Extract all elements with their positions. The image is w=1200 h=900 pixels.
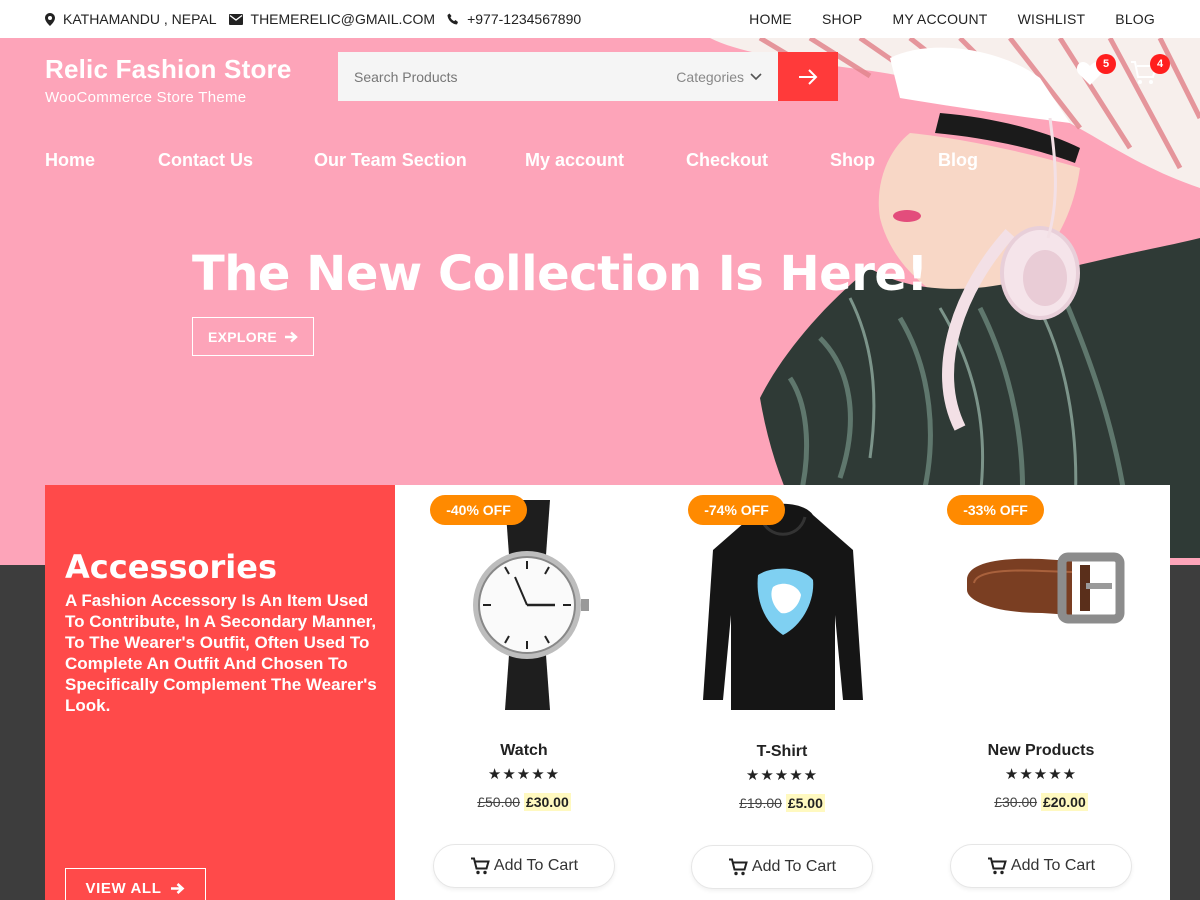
- product-card[interactable]: -40% OFF Watch ★★★★★ £50.00 £30.00 Add T…: [395, 485, 653, 900]
- cart-icon: [728, 858, 748, 876]
- main-nav-home[interactable]: Home: [45, 150, 158, 171]
- product-name[interactable]: New Products: [912, 742, 1170, 760]
- main-nav-our-team-section[interactable]: Our Team Section: [314, 150, 525, 171]
- main-nav-contact-us[interactable]: Contact Us: [158, 150, 314, 171]
- top-nav-wishlist[interactable]: WISHLIST: [1018, 11, 1086, 27]
- wishlist-count-badge: 5: [1096, 54, 1116, 74]
- add-to-cart-label: Add To Cart: [751, 858, 837, 875]
- main-nav-shop[interactable]: Shop: [830, 150, 938, 171]
- sale-price: £5.00: [785, 794, 825, 812]
- hero-title: The New Collection Is Here!: [192, 246, 928, 302]
- main-nav-blog[interactable]: Blog: [938, 150, 978, 171]
- sale-price: £30.00: [523, 793, 571, 811]
- product-price: £30.00 £20.00: [912, 793, 1170, 811]
- view-all-label: VIEW ALL: [85, 879, 162, 897]
- search-submit-button[interactable]: [778, 52, 838, 101]
- main-nav-my-account[interactable]: My account: [525, 150, 686, 171]
- add-to-cart-label: Add To Cart: [493, 857, 579, 874]
- cart-count-badge: 4: [1150, 54, 1170, 74]
- product-rating: ★★★★★: [487, 766, 561, 783]
- accessories-description: A Fashion Accessory Is An Item Used To C…: [65, 591, 377, 715]
- map-pin-icon: [45, 12, 55, 26]
- location-item: KATHAMANDU , NEPAL: [45, 11, 217, 27]
- product-grid: -40% OFF Watch ★★★★★ £50.00 £30.00 Add T…: [395, 485, 1170, 900]
- old-price: £50.00: [477, 794, 521, 810]
- top-nav-my-account[interactable]: MY ACCOUNT: [892, 11, 987, 27]
- product-name[interactable]: T-Shirt: [653, 743, 911, 761]
- product-price: £50.00 £30.00: [395, 793, 653, 811]
- phone-item[interactable]: +977-1234567890: [447, 11, 581, 27]
- add-to-cart-label: Add To Cart: [1010, 857, 1096, 874]
- categories-label: Categories: [676, 68, 744, 85]
- explore-button-label: EXPLORE: [207, 328, 277, 345]
- cart-button[interactable]: 4: [1130, 54, 1170, 94]
- envelope-icon: [228, 13, 243, 25]
- sale-price: £20.00: [1040, 793, 1088, 811]
- phone-text[interactable]: +977-1234567890: [467, 11, 581, 27]
- discount-badge: -33% OFF: [947, 495, 1044, 525]
- product-name[interactable]: Watch: [395, 742, 653, 760]
- add-to-cart-button[interactable]: Add To Cart: [433, 844, 615, 888]
- discount-badge: -40% OFF: [430, 495, 527, 525]
- old-price: £30.00: [994, 794, 1038, 810]
- categories-dropdown[interactable]: Categories: [676, 69, 762, 85]
- product-search: Categories: [338, 52, 838, 101]
- accessories-panel: Accessories A Fashion Accessory Is An It…: [45, 485, 395, 900]
- cart-icon: [470, 857, 490, 875]
- view-all-button[interactable]: VIEW ALL: [65, 868, 206, 900]
- product-card[interactable]: -33% OFF New Products ★★★★★ £30.00 £20.0…: [912, 485, 1170, 900]
- location-text: KATHAMANDU , NEPAL: [63, 11, 217, 27]
- hoodie-product-image: [703, 503, 863, 710]
- add-to-cart-button[interactable]: Add To Cart: [691, 845, 873, 889]
- old-price: £19.00: [739, 795, 782, 811]
- watch-product-image: [473, 500, 589, 710]
- site-tagline: WooCommerce Store Theme: [45, 89, 247, 106]
- product-price: £19.00 £5.00: [653, 794, 911, 812]
- site-title[interactable]: Relic Fashion Store: [45, 54, 292, 85]
- product-card[interactable]: -74% OFF T-Shirt ★★★★★ £19.00 £5.00 Add …: [653, 485, 911, 900]
- chevron-down-icon: [750, 72, 762, 80]
- top-nav-home[interactable]: HOME: [749, 11, 792, 27]
- top-nav-blog[interactable]: BLOG: [1115, 11, 1155, 27]
- phone-icon: [447, 13, 459, 25]
- product-rating: ★★★★★: [745, 767, 819, 784]
- search-field-wrapper: Categories: [338, 52, 778, 101]
- accessories-title: Accessories: [65, 548, 277, 586]
- contact-info: KATHAMANDU , NEPAL THEMERELIC@GMAIL.COM …: [45, 11, 583, 27]
- product-rating: ★★★★★: [1004, 766, 1078, 783]
- belt-product-image: [967, 552, 1125, 624]
- main-nav-checkout[interactable]: Checkout: [686, 150, 830, 171]
- site-branding: Relic Fashion Store WooCommerce Store Th…: [45, 54, 292, 106]
- arrow-right-icon: [171, 882, 185, 894]
- add-to-cart-button[interactable]: Add To Cart: [950, 844, 1132, 888]
- email-text[interactable]: THEMERELIC@GMAIL.COM: [251, 11, 436, 27]
- arrow-right-icon: [799, 68, 818, 85]
- email-item[interactable]: THEMERELIC@GMAIL.COM: [228, 11, 436, 27]
- main-navigation: Home Contact Us Our Team Section My acco…: [45, 150, 978, 171]
- discount-badge: -74% OFF: [688, 495, 785, 525]
- cart-icon: [987, 857, 1007, 875]
- top-nav-shop[interactable]: SHOP: [822, 11, 862, 27]
- arrow-right-icon: [285, 331, 298, 342]
- wishlist-button[interactable]: 5: [1076, 54, 1116, 94]
- search-input[interactable]: [354, 68, 634, 85]
- explore-button[interactable]: EXPLORE: [192, 317, 314, 356]
- top-nav: HOME SHOP MY ACCOUNT WISHLIST BLOG: [749, 11, 1155, 27]
- top-bar: KATHAMANDU , NEPAL THEMERELIC@GMAIL.COM …: [0, 0, 1200, 38]
